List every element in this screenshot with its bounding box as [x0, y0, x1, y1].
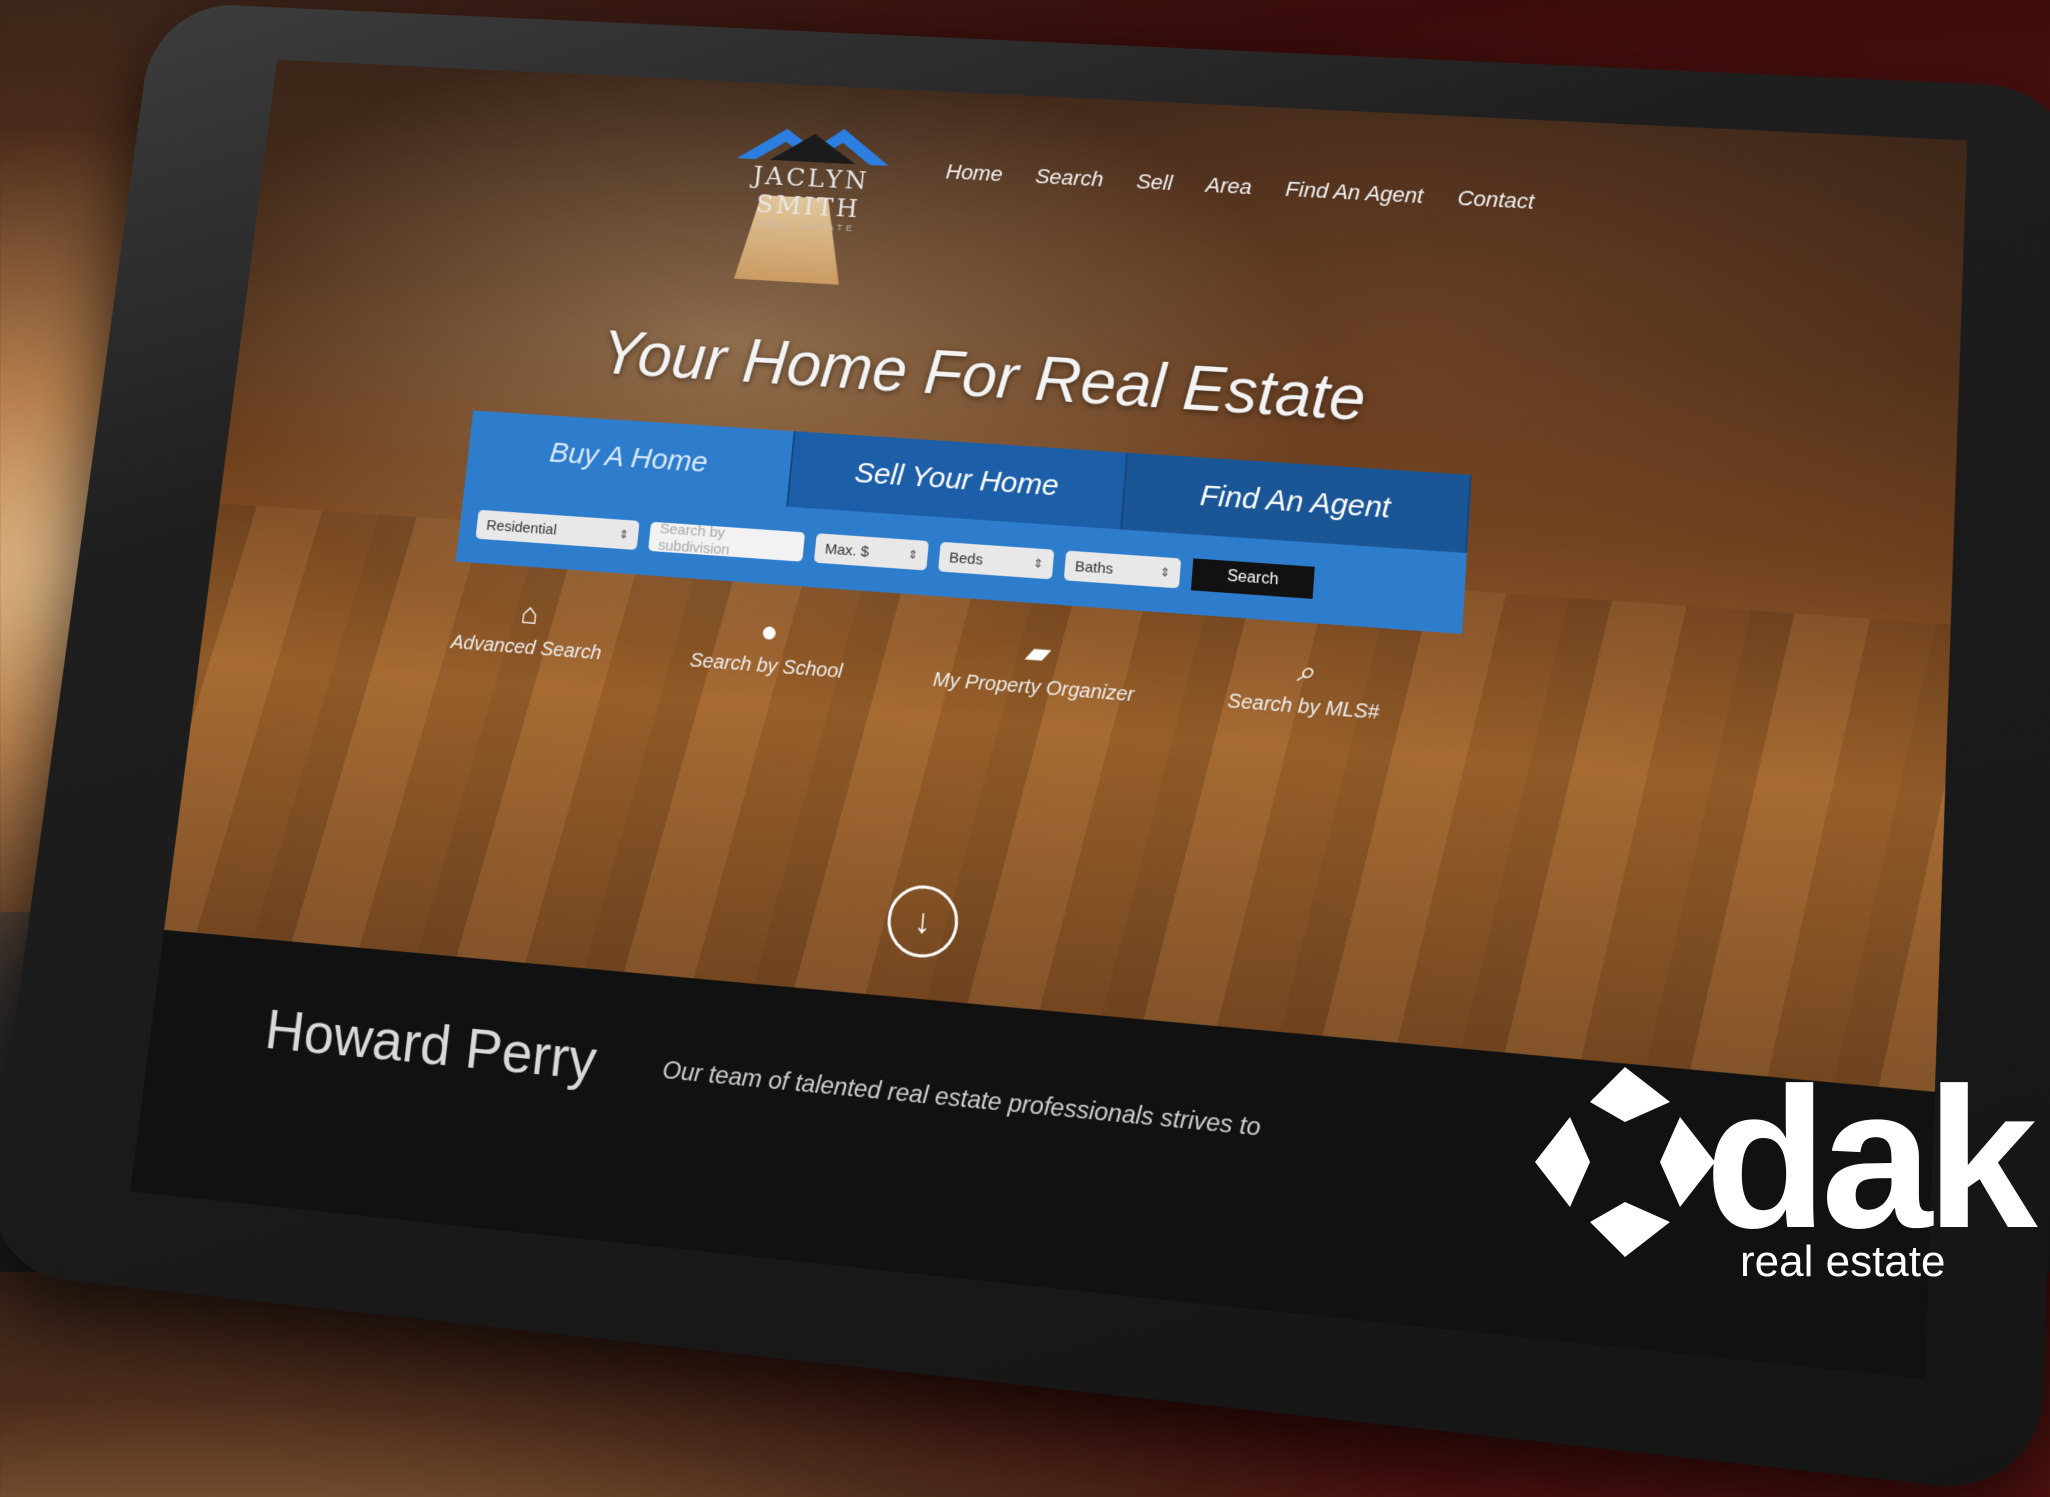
- search-button[interactable]: Search: [1190, 558, 1315, 599]
- select-arrows-icon: ⇕: [907, 547, 919, 562]
- intro-tagline: Our team of talented real estate profess…: [661, 1056, 1262, 1142]
- watermark-sub: real estate: [1740, 1237, 1946, 1286]
- roof-logo-icon: [732, 119, 897, 169]
- agent-name: Howard Perry: [262, 996, 600, 1093]
- subdivision-placeholder: Search by subdivision: [657, 520, 731, 559]
- quick-link-search-school[interactable]: ● Search by School: [689, 610, 848, 685]
- nav-search[interactable]: Search: [1034, 164, 1104, 192]
- beds-select[interactable]: Beds ⇕: [938, 541, 1055, 580]
- select-arrows-icon: ⇕: [1032, 556, 1044, 571]
- max-price-select[interactable]: Max. $ ⇕: [813, 533, 929, 571]
- nav-home[interactable]: Home: [945, 159, 1004, 186]
- property-type-value: Residential: [485, 516, 558, 538]
- subdivision-input[interactable]: Search by subdivision: [648, 520, 806, 562]
- select-arrows-icon: ⇕: [1159, 565, 1171, 580]
- nav-sell[interactable]: Sell: [1135, 169, 1174, 196]
- nav-contact[interactable]: Contact: [1457, 186, 1535, 215]
- brand-watermark: dak real estate: [1530, 1047, 2050, 1286]
- dak-logo-icon: [1535, 1067, 1715, 1257]
- select-arrows-icon: ⇕: [618, 527, 630, 542]
- quick-link-advanced-search[interactable]: ⌂ Advanced Search: [450, 593, 607, 667]
- nav-area[interactable]: Area: [1205, 173, 1253, 200]
- beds-value: Beds: [948, 548, 984, 569]
- baths-value: Baths: [1074, 557, 1114, 578]
- logo-name: JACLYN SMITH: [751, 161, 871, 224]
- property-type-select[interactable]: Residential ⇕: [475, 509, 640, 551]
- site-logo[interactable]: JACLYN SMITH REAL ESTATE: [711, 118, 912, 236]
- quick-link-search-mls[interactable]: ⌕ Search by MLS#: [1227, 650, 1383, 726]
- baths-select[interactable]: Baths ⇕: [1063, 550, 1182, 589]
- max-price-value: Max. $: [824, 540, 870, 560]
